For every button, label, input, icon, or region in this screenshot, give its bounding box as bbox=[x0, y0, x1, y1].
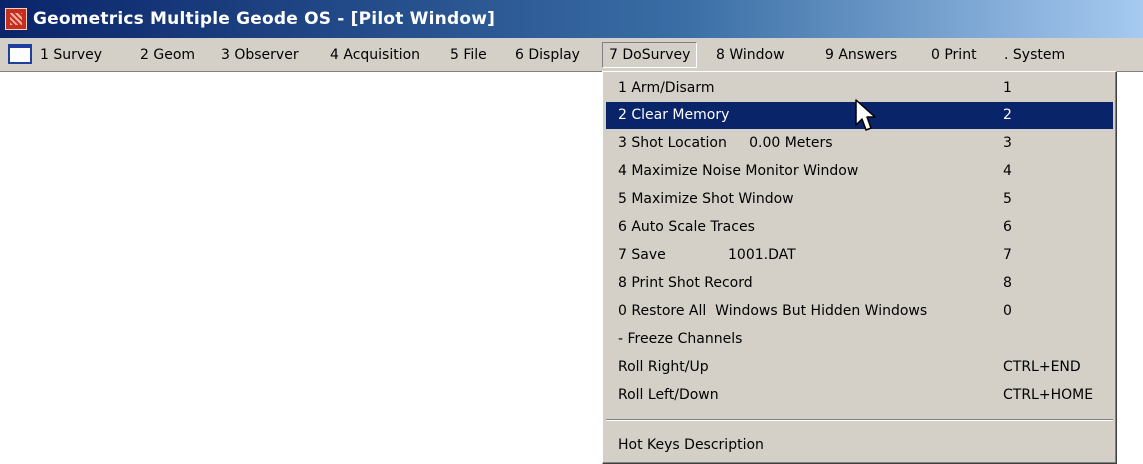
menu-item-hotkey: 5 bbox=[1003, 191, 1012, 207]
document-window-icon[interactable] bbox=[8, 44, 32, 64]
menu-dosurvey[interactable]: 7 DoSurvey bbox=[602, 42, 698, 68]
menu-acquisition[interactable]: 4 Acquisition bbox=[324, 42, 426, 68]
menu-geom[interactable]: 2 Geom bbox=[134, 42, 201, 68]
menu-item-auto-scale-traces[interactable]: 6 Auto Scale Traces 6 bbox=[606, 214, 1113, 241]
menu-item-roll-left-down[interactable]: Roll Left/Down CTRL+HOME bbox=[606, 382, 1113, 409]
menu-item-label: 4 Maximize Noise Monitor Window bbox=[618, 163, 859, 179]
menu-item-hotkey: CTRL+END bbox=[1003, 359, 1081, 375]
menu-item-hotkey: CTRL+HOME bbox=[1003, 387, 1094, 403]
mouse-pointer-icon bbox=[855, 99, 876, 131]
menu-item-arm-disarm[interactable]: 1 Arm/Disarm 1 bbox=[606, 75, 1113, 102]
menu-answers[interactable]: 9 Answers bbox=[819, 42, 903, 68]
menu-observer[interactable]: 3 Observer bbox=[215, 42, 305, 68]
menu-system[interactable]: . System bbox=[998, 42, 1071, 68]
menu-window[interactable]: 8 Window bbox=[710, 42, 791, 68]
menu-item-hotkey: 2 bbox=[1003, 107, 1012, 123]
window-title: Geometrics Multiple Geode OS - [Pilot Wi… bbox=[33, 9, 496, 29]
menu-item-hotkey: 0 bbox=[1003, 303, 1012, 319]
menu-item-label: Roll Right/Up bbox=[618, 359, 709, 375]
menu-item-label: 5 Maximize Shot Window bbox=[618, 191, 794, 207]
menu-item-hotkey: 6 bbox=[1003, 219, 1012, 235]
menu-bar: 1 Survey 2 Geom 3 Observer 4 Acquisition… bbox=[0, 38, 1143, 72]
menu-item-label: 0 Restore All Windows But Hidden Windows bbox=[618, 303, 928, 319]
menu-item-label: Roll Left/Down bbox=[618, 387, 719, 403]
menu-item-label: 3 Shot Location 0.00 Meters bbox=[618, 135, 833, 151]
menu-item-label: 2 Clear Memory bbox=[618, 107, 730, 123]
geode-app-icon[interactable] bbox=[5, 8, 27, 30]
menu-item-label: 8 Print Shot Record bbox=[618, 275, 753, 291]
menu-item-print-shot-record[interactable]: 8 Print Shot Record 8 bbox=[606, 270, 1113, 297]
menu-display[interactable]: 6 Display bbox=[509, 42, 586, 68]
menu-item-hotkey: 1 bbox=[1003, 80, 1012, 96]
menu-item-label: 1 Arm/Disarm bbox=[618, 80, 715, 96]
menu-item-maximize-shot-window[interactable]: 5 Maximize Shot Window 5 bbox=[606, 186, 1113, 213]
title-bar[interactable]: Geometrics Multiple Geode OS - [Pilot Wi… bbox=[0, 0, 1143, 38]
menu-item-roll-right-up[interactable]: Roll Right/Up CTRL+END bbox=[606, 354, 1113, 381]
menu-item-hotkey: 4 bbox=[1003, 163, 1012, 179]
menu-item-hotkey: 7 bbox=[1003, 247, 1012, 263]
menu-item-save[interactable]: 7 Save 1001.DAT 7 bbox=[606, 242, 1113, 269]
menu-item-hot-keys-description[interactable]: Hot Keys Description bbox=[606, 432, 1113, 459]
menu-item-label: 7 Save 1001.DAT bbox=[618, 247, 796, 263]
menu-item-label: Hot Keys Description bbox=[618, 437, 764, 453]
menu-item-maximize-noise-monitor[interactable]: 4 Maximize Noise Monitor Window 4 bbox=[606, 158, 1113, 185]
menu-item-shot-location[interactable]: 3 Shot Location 0.00 Meters 3 bbox=[606, 130, 1113, 157]
menu-item-restore-all-windows[interactable]: 0 Restore All Windows But Hidden Windows… bbox=[606, 298, 1113, 325]
menu-file[interactable]: 5 File bbox=[444, 42, 493, 68]
menu-item-hotkey: 3 bbox=[1003, 135, 1012, 151]
menu-item-label: 6 Auto Scale Traces bbox=[618, 219, 755, 235]
menu-survey[interactable]: 1 Survey bbox=[34, 42, 108, 68]
menu-item-label: - Freeze Channels bbox=[618, 331, 743, 347]
menu-item-hotkey: 8 bbox=[1003, 275, 1012, 291]
menu-print[interactable]: 0 Print bbox=[925, 42, 983, 68]
menu-item-freeze-channels[interactable]: - Freeze Channels bbox=[606, 326, 1113, 353]
menu-separator bbox=[606, 419, 1113, 421]
